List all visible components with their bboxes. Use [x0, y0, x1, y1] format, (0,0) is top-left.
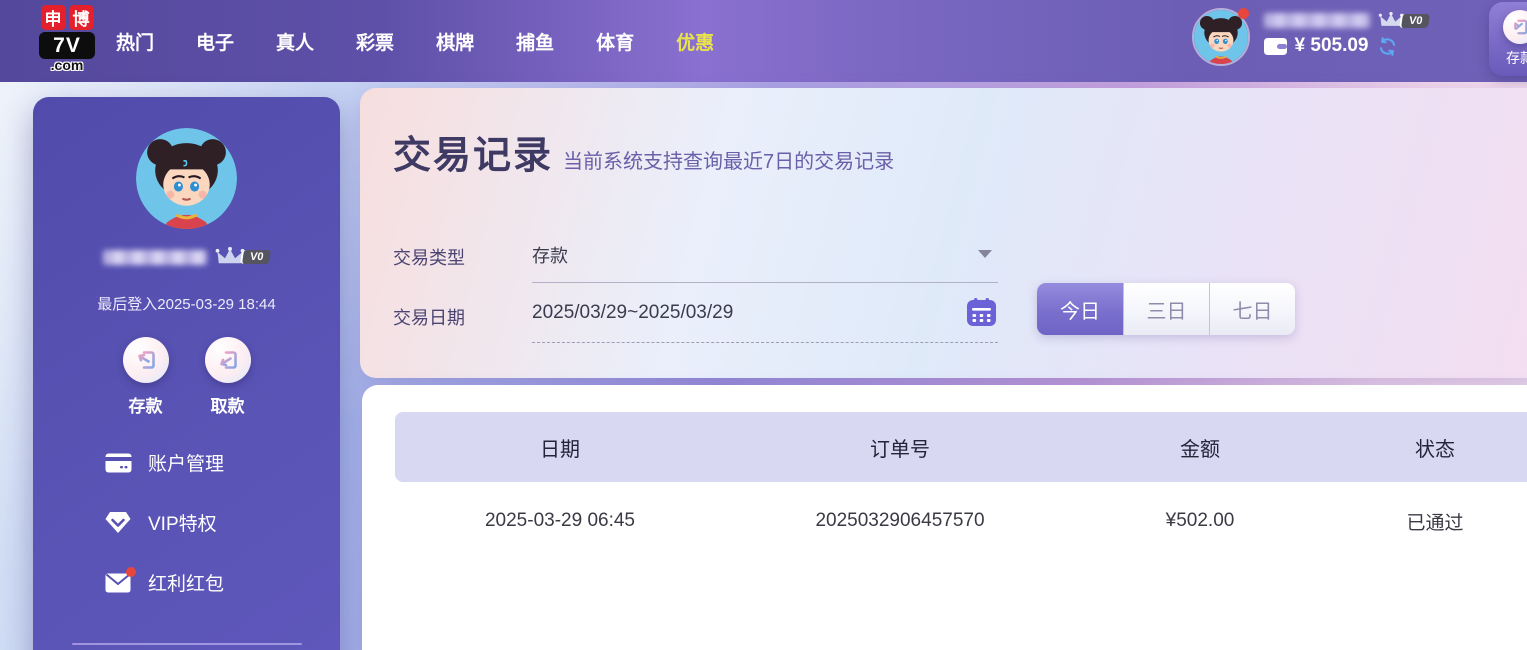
vip-badge: V0 [1398, 13, 1430, 28]
username-blurred [1263, 13, 1370, 28]
nav-item-promotions[interactable]: 优惠 [676, 28, 714, 55]
nav-item-hot[interactable]: 热门 [116, 28, 154, 55]
quick-actions: 存款 取款 [33, 337, 340, 417]
table-row: 2025-03-29 06:45 2025032906457570 ¥502.0… [395, 482, 1527, 560]
sidebar-user-row: V0 [33, 247, 340, 267]
header-avatar-wrap [1191, 8, 1250, 66]
deposit-icon [1503, 10, 1527, 44]
nav-item-fishing[interactable]: 捕鱼 [516, 28, 554, 55]
last-login-text: 最后登入2025-03-29 18:44 [97, 296, 276, 313]
header-order: 订单号 [870, 438, 930, 461]
range-button-3days[interactable]: 三日 [1123, 283, 1209, 335]
transaction-type-value: 存款 [532, 246, 568, 266]
page-title: 交易记录 [393, 135, 554, 177]
deposit-button[interactable]: 存款 [122, 337, 169, 417]
bank-card-icon [105, 452, 132, 474]
vip-level[interactable]: V0 [215, 247, 272, 267]
notification-dot [1237, 8, 1249, 19]
nav-item-sports[interactable]: 体育 [596, 28, 634, 55]
floating-deposit-label: 存款 [1506, 50, 1527, 66]
username-blurred [102, 249, 207, 265]
cell-status: 已通过 [1406, 512, 1464, 534]
site-logo[interactable]: 申 博 7V .com [35, 5, 99, 73]
transaction-date-row: 交易日期 2025/03/29~2025/03/29 [393, 296, 998, 344]
nav-item-boardgames[interactable]: 棋牌 [436, 28, 474, 55]
header-user-cluster: V0 ¥ 505.09 [1191, 8, 1430, 66]
gem-icon [105, 512, 132, 534]
sidebar-item-label: 红利红包 [148, 574, 225, 595]
nav-item-electronic[interactable]: 电子 [196, 28, 234, 55]
transaction-type-select[interactable]: 存款 [532, 236, 998, 283]
balance-amount: ¥ 505.09 [1294, 35, 1369, 56]
deposit-icon [122, 337, 169, 383]
transaction-type-label: 交易类型 [393, 248, 465, 268]
wallet-icon [1263, 37, 1287, 55]
vip-badge: V0 [239, 250, 272, 264]
top-navigation-bar: 申 博 7V .com 热门 电子 真人 彩票 棋牌 捕鱼 体育 优惠 V0 ¥… [0, 0, 1527, 82]
withdraw-label: 取款 [210, 397, 245, 416]
sidebar-item-vip[interactable]: VIP特权 [105, 509, 224, 536]
panel-title-row: 交易记录 当前系统支持查询最近7日的交易记录 [393, 124, 894, 179]
logo-com: .com [50, 57, 84, 73]
transaction-table-panel: 日期 订单号 金额 状态 2025-03-29 06:45 2025032906… [362, 385, 1527, 650]
header-amount: 金额 [1180, 438, 1220, 461]
envelope-icon [105, 566, 136, 594]
avatar[interactable] [136, 128, 237, 229]
sidebar-divider [72, 643, 302, 645]
range-button-7days[interactable]: 七日 [1209, 283, 1295, 335]
logo-char-2: 博 [68, 5, 94, 30]
date-range-value: 2025/03/29~2025/03/29 [532, 302, 734, 323]
logo-top-row: 申 博 [40, 5, 94, 30]
table-header: 日期 订单号 金额 状态 [395, 412, 1527, 482]
transaction-date-label: 交易日期 [393, 308, 465, 328]
sidebar-item-label: VIP特权 [148, 514, 217, 535]
page-subtitle: 当前系统支持查询最近7日的交易记录 [563, 151, 895, 173]
date-range-quick-buttons: 今日 三日 七日 [1037, 283, 1295, 335]
sidebar-item-account[interactable]: 账户管理 [105, 449, 224, 476]
main-nav: 热门 电子 真人 彩票 棋牌 捕鱼 体育 优惠 [116, 0, 714, 82]
header-user-info: V0 ¥ 505.09 [1263, 8, 1430, 57]
cell-date: 2025-03-29 06:45 [484, 510, 635, 531]
logo-7v: 7V [39, 32, 95, 59]
range-button-today[interactable]: 今日 [1037, 283, 1123, 335]
cell-amount: ¥502.00 [1165, 510, 1235, 531]
sidebar-item-bonus[interactable]: 红利红包 [105, 566, 225, 596]
avatar-illustration [136, 128, 237, 229]
logo-char-1: 申 [40, 5, 66, 30]
refresh-balance-icon[interactable] [1377, 36, 1398, 57]
vip-level[interactable]: V0 [1378, 12, 1430, 29]
header-date: 日期 [540, 438, 580, 461]
header-status: 状态 [1415, 438, 1455, 461]
transaction-filter-panel: 交易记录 当前系统支持查询最近7日的交易记录 交易类型 存款 交易日期 2025… [360, 88, 1527, 378]
withdraw-icon [204, 337, 251, 383]
calendar-icon[interactable] [967, 298, 996, 326]
account-sidebar: V0 最后登入2025-03-29 18:44 存款 取款 账户管理 VIP特权… [33, 97, 340, 650]
deposit-label: 存款 [128, 397, 163, 416]
transaction-type-row: 交易类型 存款 [393, 236, 998, 283]
notification-dot [126, 566, 136, 577]
chevron-down-icon [978, 250, 992, 258]
date-range-field[interactable]: 2025/03/29~2025/03/29 [532, 296, 998, 343]
sidebar-menu: 账户管理 VIP特权 红利红包 [105, 449, 224, 596]
floating-deposit-button[interactable]: 存款 [1489, 2, 1527, 76]
nav-item-lottery[interactable]: 彩票 [356, 28, 394, 55]
withdraw-button[interactable]: 取款 [204, 337, 251, 417]
avatar-illustration [1193, 10, 1248, 64]
cell-order: 2025032906457570 [815, 510, 985, 531]
sidebar-item-label: 账户管理 [148, 454, 225, 475]
nav-item-live[interactable]: 真人 [276, 28, 314, 55]
